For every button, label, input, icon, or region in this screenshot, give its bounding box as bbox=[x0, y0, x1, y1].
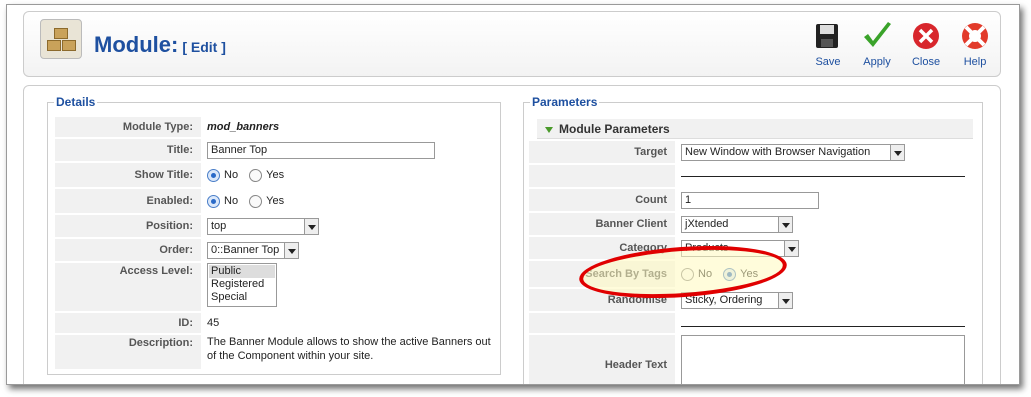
order-select[interactable]: 0::Banner Top bbox=[207, 241, 299, 259]
parameters-legend: Parameters bbox=[532, 95, 598, 109]
chevron-down-icon bbox=[284, 242, 298, 258]
page-title: Module:[ Edit ] bbox=[94, 32, 226, 57]
row-enabled: Enabled: No Yes bbox=[55, 189, 497, 213]
divider bbox=[681, 175, 965, 177]
window: Module:[ Edit ] Save Apply Close Help De… bbox=[6, 4, 1020, 385]
title-label: Title: bbox=[55, 139, 201, 161]
row-count: Count 1 bbox=[529, 189, 973, 211]
parameters-form: Target New Window with Browser Navigatio… bbox=[529, 139, 973, 384]
banner-client-label: Banner Client bbox=[529, 213, 675, 235]
floppy-disk-icon bbox=[816, 24, 838, 48]
id-value: 45 bbox=[207, 317, 220, 329]
chevron-down-icon bbox=[304, 218, 318, 234]
access-level-listbox[interactable]: Public Registered Special bbox=[207, 263, 277, 307]
target-select[interactable]: New Window with Browser Navigation bbox=[681, 143, 905, 161]
row-description: Description: The Banner Module allows to… bbox=[55, 335, 497, 369]
divider bbox=[681, 325, 965, 327]
access-option-public[interactable]: Public bbox=[209, 265, 275, 278]
chevron-down-icon bbox=[890, 144, 904, 160]
category-label: Category bbox=[529, 237, 675, 259]
access-level-label: Access Level: bbox=[55, 263, 201, 311]
details-legend: Details bbox=[56, 95, 96, 109]
page-subtitle: [ Edit ] bbox=[182, 39, 226, 55]
search-by-tags-label: Search By Tags bbox=[529, 261, 675, 287]
title-input[interactable]: Banner Top bbox=[207, 141, 435, 159]
help-button[interactable]: Help bbox=[952, 20, 998, 68]
chevron-down-icon bbox=[784, 240, 798, 256]
close-button[interactable]: Close bbox=[903, 20, 949, 68]
row-category: Category Products bbox=[529, 237, 973, 259]
row-target: Target New Window with Browser Navigatio… bbox=[529, 141, 973, 163]
randomise-select[interactable]: Sticky, Ordering bbox=[681, 291, 793, 309]
randomise-label: Randomise bbox=[529, 289, 675, 311]
chevron-down-icon bbox=[778, 216, 792, 232]
position-label: Position: bbox=[55, 215, 201, 237]
banner-client-select[interactable]: jXtended bbox=[681, 215, 793, 233]
search-tags-no-label: No bbox=[698, 268, 713, 280]
show-title-yes-radio[interactable] bbox=[249, 168, 263, 182]
access-option-special[interactable]: Special bbox=[209, 291, 275, 304]
row-show-title: Show Title: No Yes bbox=[55, 163, 497, 187]
row-access-level: Access Level: Public Registered Special bbox=[55, 263, 497, 311]
apply-button[interactable]: Apply bbox=[854, 20, 900, 68]
expand-triangle-icon bbox=[545, 126, 553, 133]
description-value: The Banner Module allows to show the act… bbox=[207, 336, 491, 362]
description-label: Description: bbox=[55, 335, 201, 369]
show-title-label: Show Title: bbox=[55, 163, 201, 187]
header-text-label: Header Text bbox=[529, 335, 675, 384]
access-option-registered[interactable]: Registered bbox=[209, 278, 275, 291]
category-select[interactable]: Products bbox=[681, 239, 799, 257]
count-input[interactable]: 1 bbox=[681, 191, 819, 209]
module-type-label: Module Type: bbox=[55, 117, 201, 137]
search-tags-yes-label: Yes bbox=[740, 268, 759, 280]
toolbar-header: Module:[ Edit ] Save Apply Close Help bbox=[23, 11, 1001, 77]
row-position: Position: top bbox=[55, 215, 497, 237]
enabled-label: Enabled: bbox=[55, 189, 201, 213]
show-title-yes-label: Yes bbox=[266, 169, 285, 181]
show-title-no-label: No bbox=[224, 169, 239, 181]
header-text-textarea[interactable] bbox=[681, 335, 965, 384]
lifebuoy-icon bbox=[962, 23, 988, 49]
details-form: Module Type: mod_banners Title: Banner T… bbox=[55, 115, 497, 371]
row-header-text: Header Text bbox=[529, 335, 973, 384]
position-select[interactable]: top bbox=[207, 217, 319, 235]
module-parameters-header[interactable]: Module Parameters bbox=[537, 119, 973, 139]
row-spacer-2 bbox=[529, 313, 973, 333]
search-tags-yes-radio[interactable] bbox=[723, 267, 737, 281]
row-title: Title: Banner Top bbox=[55, 139, 497, 161]
count-label: Count bbox=[529, 189, 675, 211]
order-label: Order: bbox=[55, 239, 201, 261]
row-randomise: Randomise Sticky, Ordering bbox=[529, 289, 973, 311]
target-label: Target bbox=[529, 141, 675, 163]
module-logo-icon bbox=[40, 19, 82, 59]
enabled-no-radio[interactable] bbox=[207, 194, 220, 208]
row-search-by-tags: Search By Tags No Yes bbox=[529, 261, 973, 287]
enabled-no-label: No bbox=[224, 195, 239, 207]
module-type-value: mod_banners bbox=[207, 121, 280, 133]
chevron-down-icon bbox=[778, 292, 792, 308]
enabled-yes-radio[interactable] bbox=[249, 194, 263, 208]
show-title-no-radio[interactable] bbox=[207, 168, 220, 182]
close-icon bbox=[913, 23, 939, 49]
id-label: ID: bbox=[55, 313, 201, 333]
search-tags-no-radio[interactable] bbox=[681, 267, 694, 281]
checkmark-icon bbox=[864, 22, 891, 47]
enabled-yes-label: Yes bbox=[266, 195, 285, 207]
save-button[interactable]: Save bbox=[805, 20, 851, 68]
row-id: ID: 45 bbox=[55, 313, 497, 333]
row-spacer-1 bbox=[529, 165, 973, 187]
row-banner-client: Banner Client jXtended bbox=[529, 213, 973, 235]
row-order: Order: 0::Banner Top bbox=[55, 239, 497, 261]
row-module-type: Module Type: mod_banners bbox=[55, 117, 497, 137]
